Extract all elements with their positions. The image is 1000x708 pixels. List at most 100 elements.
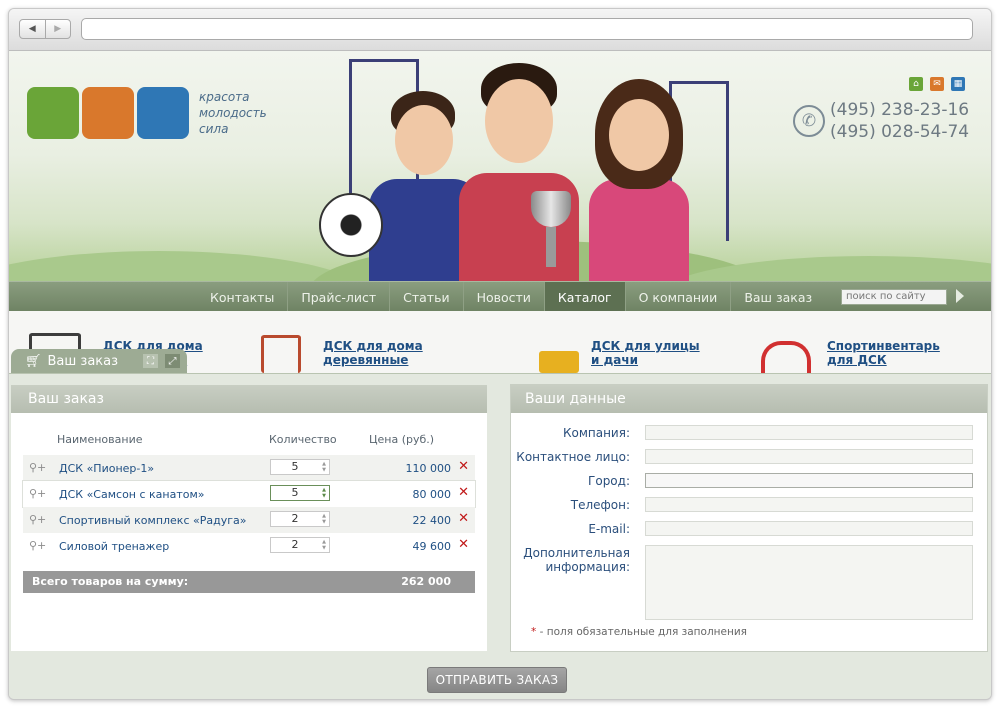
order-tab-label: Ваш заказ <box>47 353 119 369</box>
column-price: Цена (руб.) <box>369 433 435 446</box>
item-price: 110 000 <box>405 462 452 475</box>
kid-body <box>589 179 689 281</box>
contact-person-field[interactable] <box>645 449 973 464</box>
address-bar[interactable] <box>81 18 973 40</box>
table-row: ⚲+ ДСК «Пионер-1» 5 ▲ ▼ 110 000 ✕ <box>23 455 475 481</box>
quantity-input[interactable]: 2 ▲ ▼ <box>270 537 330 553</box>
menu-item-news[interactable]: Новости <box>464 282 545 312</box>
search-input[interactable]: поиск по сайту <box>841 289 947 305</box>
extra-info-textarea[interactable] <box>645 545 973 620</box>
logo-mark <box>27 87 189 139</box>
expand-icon[interactable]: ⤢ <box>165 354 180 368</box>
phone-number: (495) 238-23-16 <box>830 100 970 120</box>
collapse-icon[interactable]: ⛶ <box>143 354 158 368</box>
item-price: 49 600 <box>412 540 452 553</box>
mail-icon[interactable]: ✉ <box>930 77 944 91</box>
hill-shape <box>9 251 369 281</box>
menu-item-pricelist[interactable]: Прайс-лист <box>288 282 391 312</box>
category-link-wooden[interactable]: ДСК для дома деревянные <box>323 339 423 367</box>
logo-figure-orange <box>82 87 134 139</box>
delete-icon[interactable]: ✕ <box>458 511 469 526</box>
city-field[interactable] <box>645 473 973 488</box>
item-price: 80 000 <box>412 488 452 501</box>
kid-body <box>459 173 579 281</box>
slogan-line: сила <box>199 122 229 136</box>
zoom-icon[interactable]: ⚲+ <box>29 487 46 500</box>
delete-icon[interactable]: ✕ <box>458 537 469 552</box>
logo-figure-blue <box>137 87 189 139</box>
quantity-input[interactable]: 5 ▲ ▼ <box>270 459 330 475</box>
email-field[interactable] <box>645 521 973 536</box>
category-image[interactable] <box>761 341 811 373</box>
zoom-icon[interactable]: ⚲+ <box>29 513 46 526</box>
zoom-icon[interactable]: ⚲+ <box>29 539 46 552</box>
soccer-ball-icon <box>319 193 383 257</box>
stepper-icon[interactable]: ▲ ▼ <box>320 513 328 525</box>
menu-item-catalog[interactable]: Каталог <box>544 282 626 312</box>
order-card-title: Ваш заказ <box>11 385 487 413</box>
order-total: Всего товаров на сумму: 262 000 <box>23 571 475 593</box>
forward-icon[interactable]: ▶ <box>44 20 71 38</box>
label-company: Компания: <box>562 426 630 440</box>
category-link-equipment[interactable]: Спортинвентарь для ДСК <box>827 339 940 367</box>
home-icon[interactable]: ⌂ <box>909 77 923 91</box>
trophy-stem <box>546 227 556 267</box>
sitemap-icon[interactable]: ▦ <box>951 77 965 91</box>
cart-icon: 🛒︎ <box>25 353 42 369</box>
zoom-icon[interactable]: ⚲+ <box>29 461 46 474</box>
company-field[interactable] <box>645 425 973 440</box>
back-icon[interactable]: ◀ <box>20 20 45 38</box>
logo-figure-green <box>27 87 79 139</box>
delete-icon[interactable]: ✕ <box>458 485 469 500</box>
header-icons: ⌂ ✉ ▦ <box>909 77 965 91</box>
phone-field[interactable] <box>645 497 973 512</box>
category-image[interactable] <box>261 335 301 373</box>
total-label: Всего товаров на сумму: <box>32 575 189 588</box>
stepper-icon[interactable]: ▲ ▼ <box>320 461 328 473</box>
label-contact: Контактное лицо: <box>516 450 630 464</box>
item-name[interactable]: ДСК «Пионер-1» <box>59 462 154 475</box>
delete-icon[interactable]: ✕ <box>458 459 469 474</box>
order-card: Ваш заказ Наименование Количество Цена (… <box>11 385 487 651</box>
menu-item-about[interactable]: О компании <box>626 282 732 312</box>
stepper-icon[interactable]: ▲ ▼ <box>320 487 328 499</box>
stepper-icon[interactable]: ▲ ▼ <box>320 539 328 551</box>
phone-icon: ✆ <box>793 105 825 137</box>
order-tab[interactable]: 🛒︎ Ваш заказ ⛶ ⤢ <box>11 349 187 373</box>
item-name[interactable]: Спортивный комплекс «Радуга» <box>59 514 246 527</box>
category-image[interactable] <box>539 351 579 373</box>
label-extra-info-2: информация: <box>545 560 631 574</box>
item-name[interactable]: ДСК «Самсон с канатом» <box>59 488 205 501</box>
menu-item-order[interactable]: Ваш заказ <box>731 282 825 312</box>
column-qty: Количество <box>269 433 337 446</box>
quantity-input[interactable]: 5 ▲ ▼ <box>270 485 330 501</box>
browser-toolbar: ◀ ▶ <box>9 9 991 51</box>
slogan-line: молодость <box>199 106 267 120</box>
item-name[interactable]: Силовой тренажер <box>59 540 169 553</box>
menu-item-articles[interactable]: Статьи <box>390 282 464 312</box>
table-row: ⚲+ Силовой тренажер 2 ▲ ▼ 49 600 ✕ <box>23 533 475 559</box>
customer-form: Ваши данные Компания: Контактное лицо: Г… <box>511 385 987 651</box>
menu-item-contacts[interactable]: Контакты <box>197 282 289 312</box>
search-arrow-icon[interactable] <box>956 289 964 303</box>
slogan-line: красота <box>199 90 250 104</box>
site-logo[interactable]: красота молодость сила <box>27 87 267 139</box>
history-buttons: ◀ ▶ <box>19 19 71 39</box>
required-note-text: - поля обязательные для заполнения <box>536 626 748 638</box>
form-title: Ваши данные <box>511 385 987 413</box>
required-note: * - поля обязательные для заполнения <box>531 626 747 638</box>
logo-slogan: красота молодость сила <box>199 89 267 137</box>
quantity-input[interactable]: 2 ▲ ▼ <box>270 511 330 527</box>
category-link-outdoor[interactable]: ДСК для улицы и дачи <box>591 339 700 367</box>
label-city: Город: <box>588 474 630 488</box>
phone-number: (495) 028-54-74 <box>830 122 970 142</box>
order-panel: Ваш заказ Наименование Количество Цена (… <box>9 373 991 699</box>
browser-window: ◀ ▶ красота молодость сила ⌂ ✉ ▦ ✆ (495)… <box>8 8 992 700</box>
label-extra-info-1: Дополнительная <box>523 546 630 560</box>
table-row: ⚲+ Спортивный комплекс «Радуга» 2 ▲ ▼ 22 … <box>23 507 475 533</box>
submit-order-button[interactable]: ОТПРАВИТЬ ЗАКАЗ <box>427 667 567 693</box>
label-email: E-mail: <box>588 522 630 536</box>
kid-face <box>395 105 453 175</box>
contact-phones: ✆ (495) 238-23-16 (495) 028-54-74 <box>793 99 969 143</box>
column-name: Наименование <box>57 433 143 446</box>
